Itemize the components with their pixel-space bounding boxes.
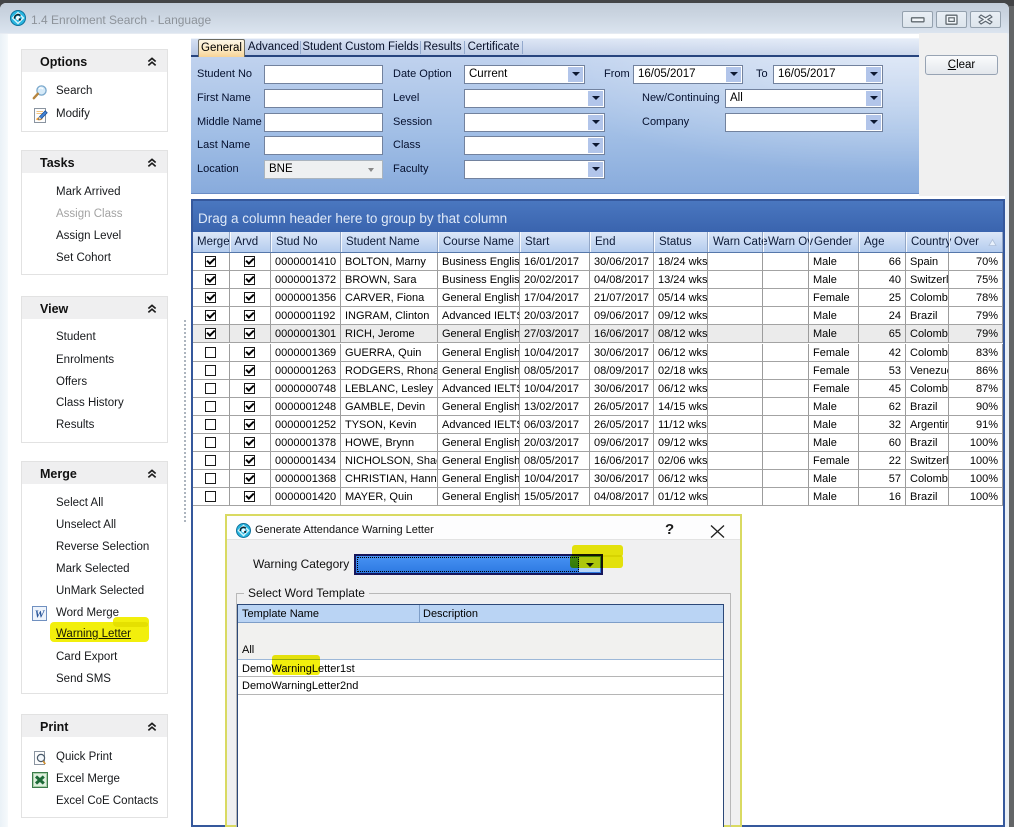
svg-text:W: W bbox=[35, 608, 46, 620]
